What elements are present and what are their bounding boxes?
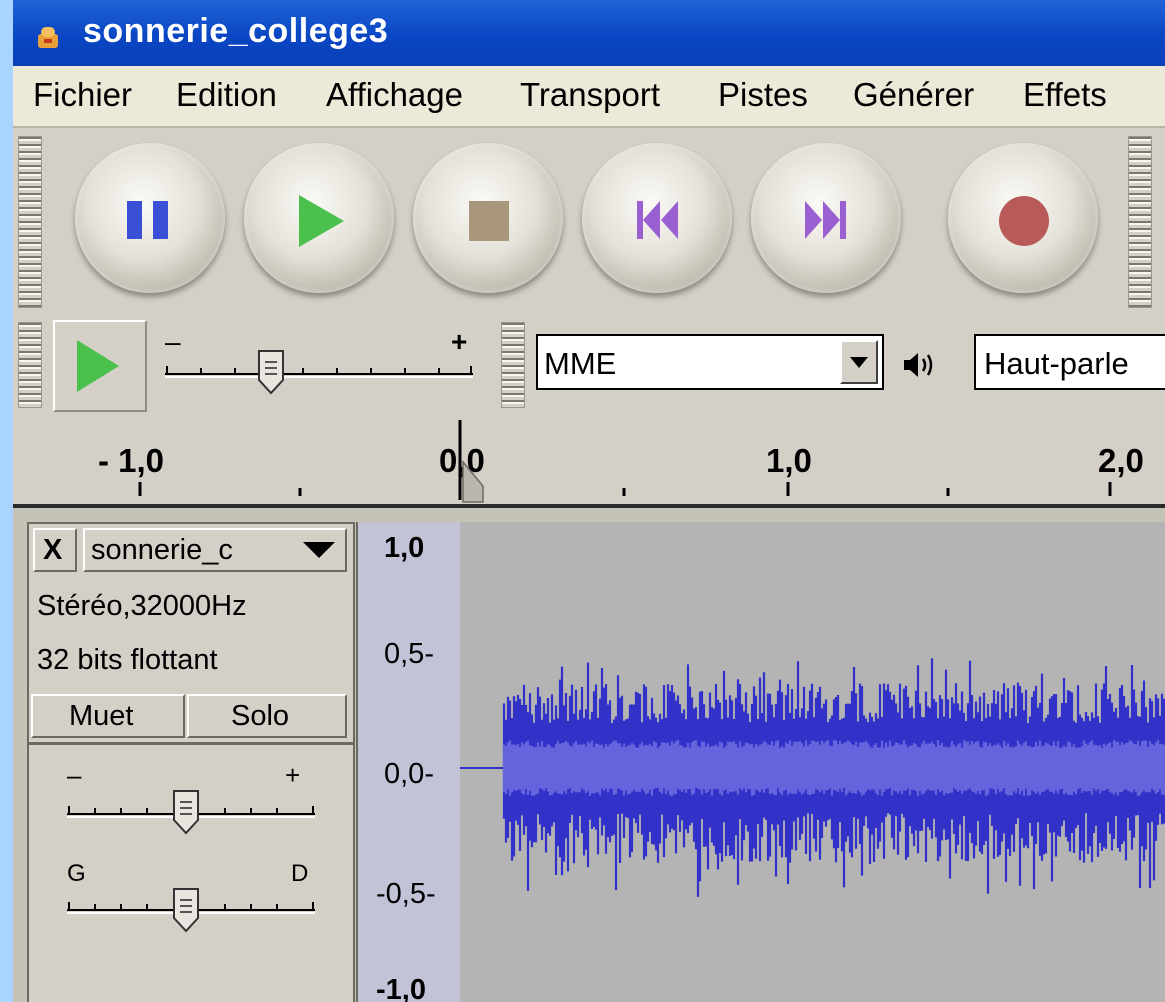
waveform-rms [502,740,1165,796]
solo-button[interactable]: Solo [187,694,347,738]
toolbar-grip[interactable] [18,136,42,308]
waveform-area[interactable] [460,522,1165,1002]
play-at-speed-button[interactable] [53,320,147,412]
stop-button[interactable] [413,143,563,293]
ruler-ticks [138,420,1112,503]
slider-thumb[interactable] [171,788,201,836]
audio-track: X sonnerie_c Stéréo,32000Hz 32 bits flot… [13,508,1165,1002]
speaker-icon [904,353,933,377]
mute-button[interactable]: Muet [31,694,185,738]
gain-slider[interactable]: – + [65,760,325,840]
device-toolbar: – + MME Haut-parle [13,318,1165,414]
slider-thumb[interactable] [256,348,286,396]
pause-icon [127,201,168,239]
pan-slider[interactable]: G D [65,860,325,940]
audio-host-value: MME [544,346,617,381]
record-icon [999,196,1049,246]
scale-label: 1,0 [384,532,425,564]
playback-speed-slider[interactable]: – + [161,326,481,398]
timeline-ruler[interactable]: - 1,0 0,0 1,0 2,0 [13,412,1165,508]
amplitude-scale: 1,0 0,5- 0,0- -0,5- -1,0 [356,522,462,1002]
play-icon [77,340,119,392]
toolbar-grip[interactable] [1128,136,1152,308]
play-button[interactable] [244,143,394,293]
chevron-down-icon [303,542,335,558]
menu-effets[interactable]: Effets [1023,76,1107,114]
app-icon [38,27,58,48]
output-device-value: Haut-parle [984,346,1129,381]
toolbar-grip[interactable] [18,322,42,408]
pause-button[interactable] [75,143,225,293]
track-info-bits: 32 bits flottant [37,644,218,676]
menu-edition[interactable]: Edition [176,76,277,114]
skip-start-icon [637,201,678,239]
close-icon: X [43,534,63,566]
audacity-window: sonnerie_college3 Fichier Edition Affich… [13,0,1165,1002]
track-info-format: Stéréo,32000Hz [37,590,247,622]
track-control-panel: X sonnerie_c Stéréo,32000Hz 32 bits flot… [27,522,355,1002]
scale-label: 0,5- [384,638,434,670]
record-button[interactable] [948,143,1098,293]
slider-thumb[interactable] [171,886,201,934]
skip-end-icon [805,201,846,239]
divider [29,742,353,745]
skip-start-button[interactable] [582,143,732,293]
track-menu-button[interactable]: sonnerie_c [83,528,347,572]
scale-label: -0,5- [376,878,436,910]
track-name: sonnerie_c [91,534,233,566]
menu-fichier[interactable]: Fichier [33,76,132,114]
scale-label: 0,0- [384,758,434,790]
window-title: sonnerie_college3 [83,12,389,50]
close-track-button[interactable]: X [33,528,77,572]
stop-icon [469,201,509,241]
chevron-down-icon[interactable] [840,340,878,384]
menu-affichage[interactable]: Affichage [326,76,463,114]
slider-track [165,366,473,378]
play-icon [299,195,344,247]
menu-generer[interactable]: Générer [853,76,974,114]
title-bar: sonnerie_college3 [13,0,1165,66]
mute-label: Muet [69,700,134,732]
transport-toolbar [13,128,1165,320]
menu-pistes[interactable]: Pistes [718,76,808,114]
menu-bar: Fichier Edition Affichage Transport Pist… [13,66,1165,128]
solo-label: Solo [231,700,290,732]
waveform [460,658,1165,897]
skip-end-button[interactable] [751,143,901,293]
toolbar-grip[interactable] [501,322,525,408]
audio-host-select[interactable]: MME [536,334,884,390]
output-device-select[interactable]: Haut-parle [974,334,1165,390]
scale-label: -1,0 [376,974,426,1002]
menu-transport[interactable]: Transport [520,76,660,114]
